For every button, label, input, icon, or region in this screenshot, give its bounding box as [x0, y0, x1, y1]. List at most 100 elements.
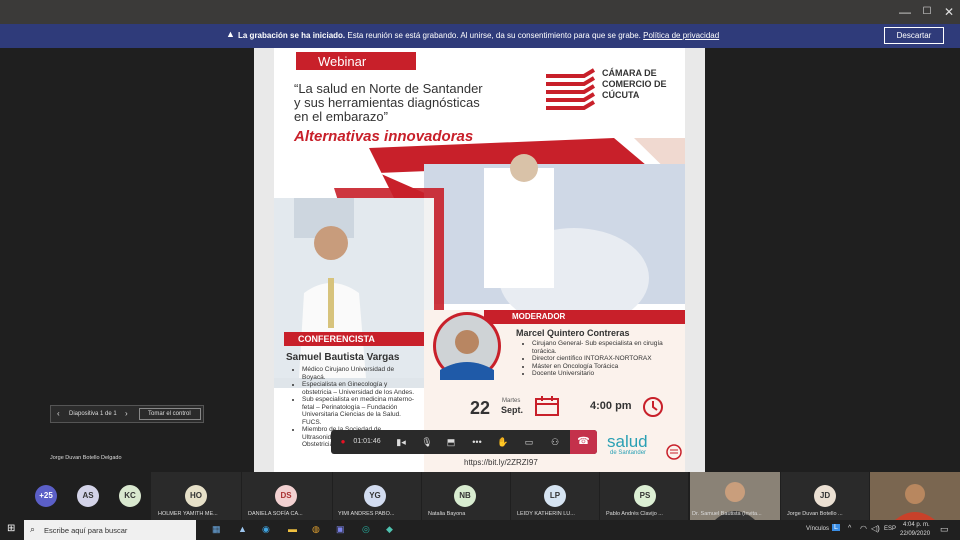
participants-icon[interactable]: ⚇ [545, 430, 565, 454]
warning-icon: ▲ [226, 29, 235, 39]
moderator-photo [433, 312, 501, 380]
taskbar-app-icon[interactable]: ◎ [362, 524, 370, 535]
recording-icon: ● [340, 437, 346, 446]
participant-avatar: LP [544, 485, 566, 507]
call-timer: 01:01:46 [353, 438, 381, 445]
title-bar: — ☐ ✕ [0, 0, 960, 24]
moderator-name: Marcel Quintero Contreras [516, 328, 630, 338]
event-time: 4:00 pm [590, 400, 632, 412]
taskbar-app-icon[interactable]: ◆ [386, 524, 393, 535]
self-video-tile[interactable] [870, 472, 960, 520]
salud-logo-text: salud [607, 432, 648, 451]
recording-title: La grabación se ha iniciado. [238, 31, 346, 40]
taskbar-app-icon[interactable]: ▲ [238, 524, 247, 534]
camera-icon[interactable]: ▮◂ [391, 430, 411, 454]
chrome-icon[interactable]: ◍ [312, 524, 320, 535]
participant-avatar: DS [275, 485, 297, 507]
participant-avatar[interactable]: AS [77, 485, 99, 507]
call-controls: ● 01:01:46 ▮◂ 🎙 ⬒ ••• ✋ ▭ ⚇ ☎ [331, 430, 597, 454]
share-screen-icon[interactable]: ⬒ [441, 430, 461, 454]
next-slide-icon[interactable]: › [125, 409, 128, 418]
more-participants-badge[interactable]: +25 [35, 485, 57, 507]
self-video [870, 472, 960, 520]
take-control-button[interactable]: Tomar el control [139, 408, 201, 420]
title-line-2: y sus herramientas diagnósticas [294, 95, 480, 110]
participant-avatar: NB [454, 485, 476, 507]
tray-chevron-icon[interactable]: ^ [848, 525, 851, 532]
webinar-tab: Webinar [296, 52, 416, 70]
chat-icon[interactable]: ▭ [519, 430, 539, 454]
recording-text: Esta reunión se está grabando. Al unirse… [347, 31, 641, 40]
participant-avatar: JD [814, 485, 836, 507]
title-line-3: en el embarazo” [294, 109, 388, 124]
search-placeholder: Escribe aquí para buscar [44, 526, 128, 535]
participant-name: Pablo Andrés Clavijo ... [606, 511, 663, 517]
org-line-1: CÁMARA DE [602, 68, 657, 78]
title-line-1: “La salud en Norte de Santander [294, 81, 483, 96]
speaker-bullet: Sub especialista en medicina materno-fet… [302, 396, 414, 426]
participant-name: YIMI ANDRES PABO... [338, 511, 395, 517]
raise-hand-icon[interactable]: ✋ [493, 430, 513, 454]
webinar-title: “La salud en Norte de Santander y sus he… [294, 82, 483, 124]
shared-slide: Webinar “La salud en Norte de Santander … [254, 48, 705, 472]
taskbar-l-icon[interactable]: L [832, 524, 840, 531]
prev-slide-icon[interactable]: ‹ [57, 409, 60, 418]
participant-avatar[interactable]: KC [119, 485, 141, 507]
participant-name: DANIELA SOFÍA CA... [248, 511, 303, 517]
take-control-label: Tomar el control [148, 411, 191, 417]
moderator-bullet: Docente Universitario [532, 370, 684, 378]
windows-start-icon[interactable]: ⊞ [7, 523, 15, 534]
taskbar-app-icon[interactable]: ▦ [212, 524, 221, 535]
clock-icon [643, 397, 663, 417]
folder-icon[interactable]: ▬ [288, 524, 297, 534]
presenter-name: Jorge Duvan Botello Delgado [50, 455, 122, 461]
slide-navigation: ‹ Diapositiva 1 de 1 › Tomar el control [50, 405, 204, 423]
teams-icon[interactable]: ▣ [336, 524, 345, 535]
moderator-tag: MODERADOR [484, 310, 685, 324]
speaker-bullet: Médico Cirujano Universidad de Boyacá. [302, 366, 414, 381]
chamber-name: CÁMARA DE COMERCIO DE CÚCUTA [602, 68, 667, 101]
moderator-bullet: Máster en Oncología Torácica [532, 363, 684, 371]
slide-counter: Diapositiva 1 de 1 [69, 411, 117, 417]
webinar-label: Webinar [318, 54, 367, 69]
more-options-icon[interactable]: ••• [467, 430, 487, 454]
speaker-tag: CONFERENCISTA [284, 332, 424, 346]
speaker-bullet: Especialista en Ginecología y obstetrici… [302, 381, 414, 396]
recording-message: La grabación se ha iniciado. Esta reunió… [238, 31, 719, 40]
speaker-name: Samuel Bautista Vargas [286, 352, 400, 363]
wifi-icon[interactable]: ◠ [860, 524, 867, 533]
recording-banner: ▲ La grabación se ha iniciado. Esta reun… [0, 24, 960, 48]
links-toolbar[interactable]: Vínculos [806, 526, 829, 532]
dismiss-button[interactable]: Descartar [884, 27, 944, 44]
poster: Webinar “La salud en Norte de Santander … [274, 48, 685, 472]
privacy-link[interactable]: Política de privacidad [643, 31, 719, 40]
edge-icon[interactable]: ◉ [262, 524, 270, 535]
org-line-2: COMERCIO DE [602, 79, 667, 89]
moderator-bullet: Cirujano General- Sub especialista en ci… [532, 340, 684, 355]
hang-up-button[interactable]: ☎ [570, 430, 597, 454]
event-weekday: Martes [502, 398, 521, 404]
clock-time[interactable]: 4:04 p. m. [903, 522, 930, 528]
participant-avatar: HO [185, 485, 207, 507]
close-button[interactable]: ✕ [938, 0, 960, 24]
minimize-button[interactable]: — [894, 0, 916, 24]
registration-url[interactable]: https://bit.ly/2ZRZI97 [464, 458, 538, 467]
taskbar-search[interactable]: ⌕ Escribe aquí para buscar [24, 520, 196, 540]
speaker-tag-label: CONFERENCISTA [298, 334, 375, 344]
participant-name: Jorge Duvan Botello ... [787, 511, 843, 517]
clock-date[interactable]: 22/09/2020 [900, 531, 930, 537]
moderator-bullet: Director científico INTORAX-NORTORAX [532, 355, 684, 363]
participant-name: Dr. Samuel Bautista (Invita... [692, 511, 762, 517]
salud-logo-icon [666, 444, 682, 460]
salud-logo-sub: de Santander [610, 450, 647, 456]
microphone-icon[interactable]: 🎙 [417, 430, 437, 454]
participant-avatar: PS [634, 485, 656, 507]
volume-icon[interactable]: ◁) [871, 524, 880, 533]
participant-name: Natalia Bayona [428, 511, 466, 517]
maximize-button[interactable]: ☐ [916, 0, 938, 24]
notifications-icon[interactable]: ▭ [940, 524, 949, 535]
calendar-icon [535, 396, 559, 416]
event-day: 22 [470, 398, 491, 418]
language-indicator[interactable]: ESP [884, 526, 896, 532]
chamber-logo-icon [546, 68, 596, 110]
